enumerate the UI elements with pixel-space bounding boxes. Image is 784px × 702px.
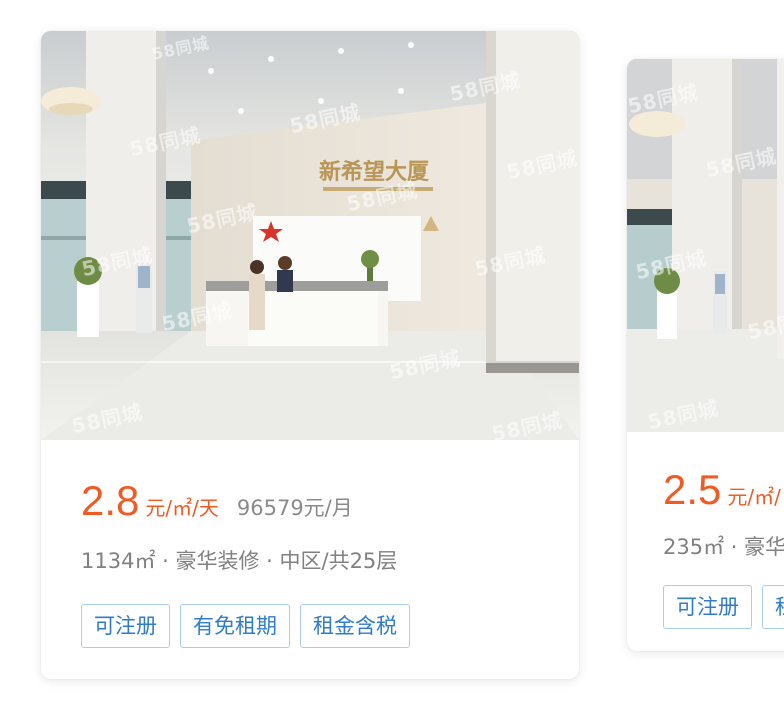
listing-info: 235㎡ · 豪华 [663, 535, 784, 559]
listing-carousel: 新希望大厦 58同城 58同城 58同城 58同城 58同城 58同城 58同城… [0, 0, 784, 702]
tag-list: 可注册 租 [663, 585, 784, 629]
lobby-illustration: 新希望大厦 [41, 31, 579, 440]
price-per-area-value: 2.5 [663, 466, 722, 513]
listing-card[interactable]: 58同城 58同城 58同城 58同城 58同城 2.5 元/㎡/ 235㎡ ·… [627, 59, 784, 651]
lobby-illustration [627, 59, 784, 432]
tag: 租金含税 [300, 604, 410, 648]
listing-photo[interactable]: 58同城 58同城 58同城 58同城 58同城 [627, 59, 784, 432]
monthly-price: 96579元/月 [236, 496, 353, 520]
building-sign: 新希望大厦 [319, 159, 429, 185]
price-per-area-value: 2.8 [81, 477, 140, 524]
tag: 可注册 [81, 604, 170, 648]
tag: 可注册 [663, 585, 752, 629]
price-row: 2.8 元/㎡/天 96579元/月 [81, 476, 353, 526]
price-per-area-unit: 元/㎡/天 [145, 496, 219, 520]
listing-photo[interactable]: 新希望大厦 58同城 58同城 58同城 58同城 58同城 58同城 58同城… [41, 31, 579, 440]
price-per-area-unit: 元/㎡/ [727, 485, 781, 509]
tag: 有免租期 [180, 604, 290, 648]
price-row: 2.5 元/㎡/ [663, 465, 781, 515]
listing-card[interactable]: 新希望大厦 58同城 58同城 58同城 58同城 58同城 58同城 58同城… [41, 31, 579, 679]
listing-info: 1134㎡ · 豪华装修 · 中区/共25层 [81, 549, 398, 573]
tag-list: 可注册 有免租期 租金含税 [81, 604, 410, 648]
tag: 租 [762, 585, 784, 629]
